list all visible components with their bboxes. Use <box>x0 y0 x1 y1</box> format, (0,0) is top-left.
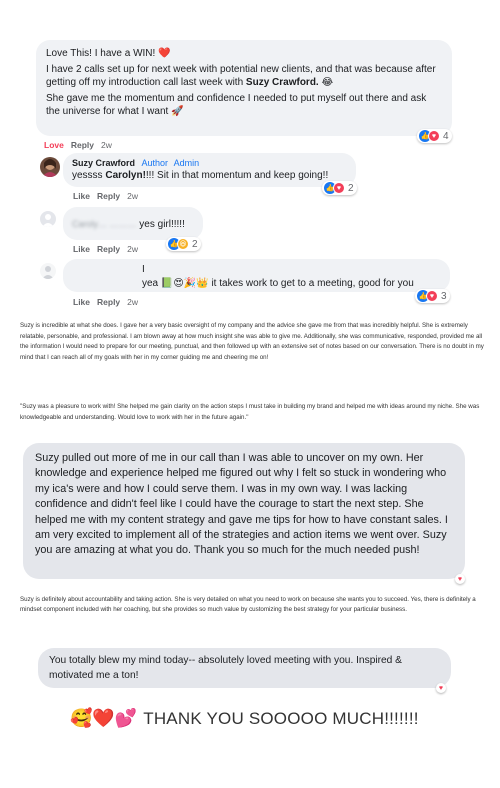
admin-badge: Admin <box>173 158 200 168</box>
comment-line-win: Love This! I have a WIN! ❤️ <box>46 48 171 59</box>
author-badge: Author <box>141 158 169 168</box>
reply-button[interactable]: Reply <box>97 244 120 254</box>
message-text: Suzy pulled out more of me in our call t… <box>35 452 448 557</box>
testimonial-text: Suzy is incredible at what she does. I g… <box>20 322 484 361</box>
reply-bubble-user: Caroly… ……… yes girl!!!!! <box>63 207 203 240</box>
message-bubble-small: You totally blew my mind today-- absolut… <box>38 648 451 688</box>
author-name[interactable]: Suzy Crawford <box>72 158 135 168</box>
avatar-suzy[interactable] <box>40 157 60 177</box>
reaction-count: 2 <box>192 238 198 250</box>
reply-reactions[interactable]: 👍 ♥ 3 <box>415 289 450 303</box>
reply-bubble-suzy: Suzy Crawford Author Admin yessss Caroly… <box>63 153 356 187</box>
reply-bubble-user: I yea 📗😍🎉👑 it takes work to get to a mee… <box>63 259 450 292</box>
comment-reactions[interactable]: 👍 ♥ 4 <box>417 129 452 143</box>
comment-line-calls: I have 2 calls set up for next week with… <box>46 63 436 89</box>
mention-carolyn[interactable]: Carolyn! <box>105 170 146 181</box>
comment-line-momentum: She gave me the momentum and confidence … <box>46 92 427 118</box>
reply-actions: Like Reply 2w <box>73 297 138 307</box>
reply-button[interactable]: Reply <box>71 140 94 150</box>
avatar-user[interactable] <box>40 263 56 279</box>
hearts-emoji-icon: 🥰❤️💕 <box>70 708 138 728</box>
timestamp[interactable]: 2w <box>101 140 112 150</box>
love-reaction-icon: ♥ <box>428 130 440 142</box>
haha-reaction-icon: 😆 <box>177 238 189 250</box>
timestamp[interactable]: 2w <box>127 297 138 307</box>
timestamp[interactable]: 2w <box>127 191 138 201</box>
love-reaction-icon: ♥ <box>426 290 438 302</box>
love-reaction-icon: ♥ <box>333 182 345 194</box>
comment-actions: Love Reply 2w <box>44 140 112 150</box>
reply-text-line1: I <box>142 264 145 275</box>
message-bubble-large: Suzy pulled out more of me in our call t… <box>23 443 465 579</box>
message-text: You totally blew my mind today-- absolut… <box>49 655 402 681</box>
timestamp[interactable]: 2w <box>127 244 138 254</box>
testimonial-text: Suzy is definitely about accountability … <box>20 596 476 613</box>
thank-you-text: THANK YOU SOOOOO MUCH!!!!!!! <box>143 708 419 728</box>
reply-button[interactable]: Reply <box>97 297 120 307</box>
reply-reactions[interactable]: 👍 ♥ 2 <box>322 181 357 195</box>
reply-actions: Like Reply 2w <box>73 244 138 254</box>
reply-text-line2: yea 📗😍🎉👑 it takes work to get to a meeti… <box>142 277 414 289</box>
like-button[interactable]: Like <box>73 297 90 307</box>
comment-bubble-main: Love This! I have a WIN! ❤️ I have 2 cal… <box>36 40 452 136</box>
thank-you-line: 🥰❤️💕 THANK YOU SOOOOO MUCH!!!!!!! <box>70 708 419 729</box>
reaction-count: 2 <box>348 182 354 194</box>
like-button[interactable]: Like <box>73 191 90 201</box>
love-button[interactable]: Love <box>44 140 64 150</box>
reply-reactions[interactable]: 👍 😆 2 <box>166 237 201 251</box>
blurred-name: Caroly… ……… <box>72 219 137 229</box>
reaction-count: 3 <box>441 290 447 302</box>
heart-reaction-icon[interactable]: ♥ <box>455 574 465 584</box>
reply-text: yessss Carolyn!!!! Sit in that momentum … <box>72 170 329 181</box>
like-button[interactable]: Like <box>73 244 90 254</box>
testimonial-text: "Suzy was a pleasure to work with! She h… <box>20 403 480 421</box>
avatar-user[interactable] <box>40 211 56 227</box>
heart-reaction-icon[interactable]: ♥ <box>436 683 446 693</box>
mention-suzy[interactable]: Suzy Crawford. <box>246 77 319 88</box>
reply-button[interactable]: Reply <box>97 191 120 201</box>
reaction-count: 4 <box>443 130 449 142</box>
reply-actions: Like Reply 2w <box>73 191 138 201</box>
reply-text: Caroly… ……… yes girl!!!!! <box>72 219 185 230</box>
